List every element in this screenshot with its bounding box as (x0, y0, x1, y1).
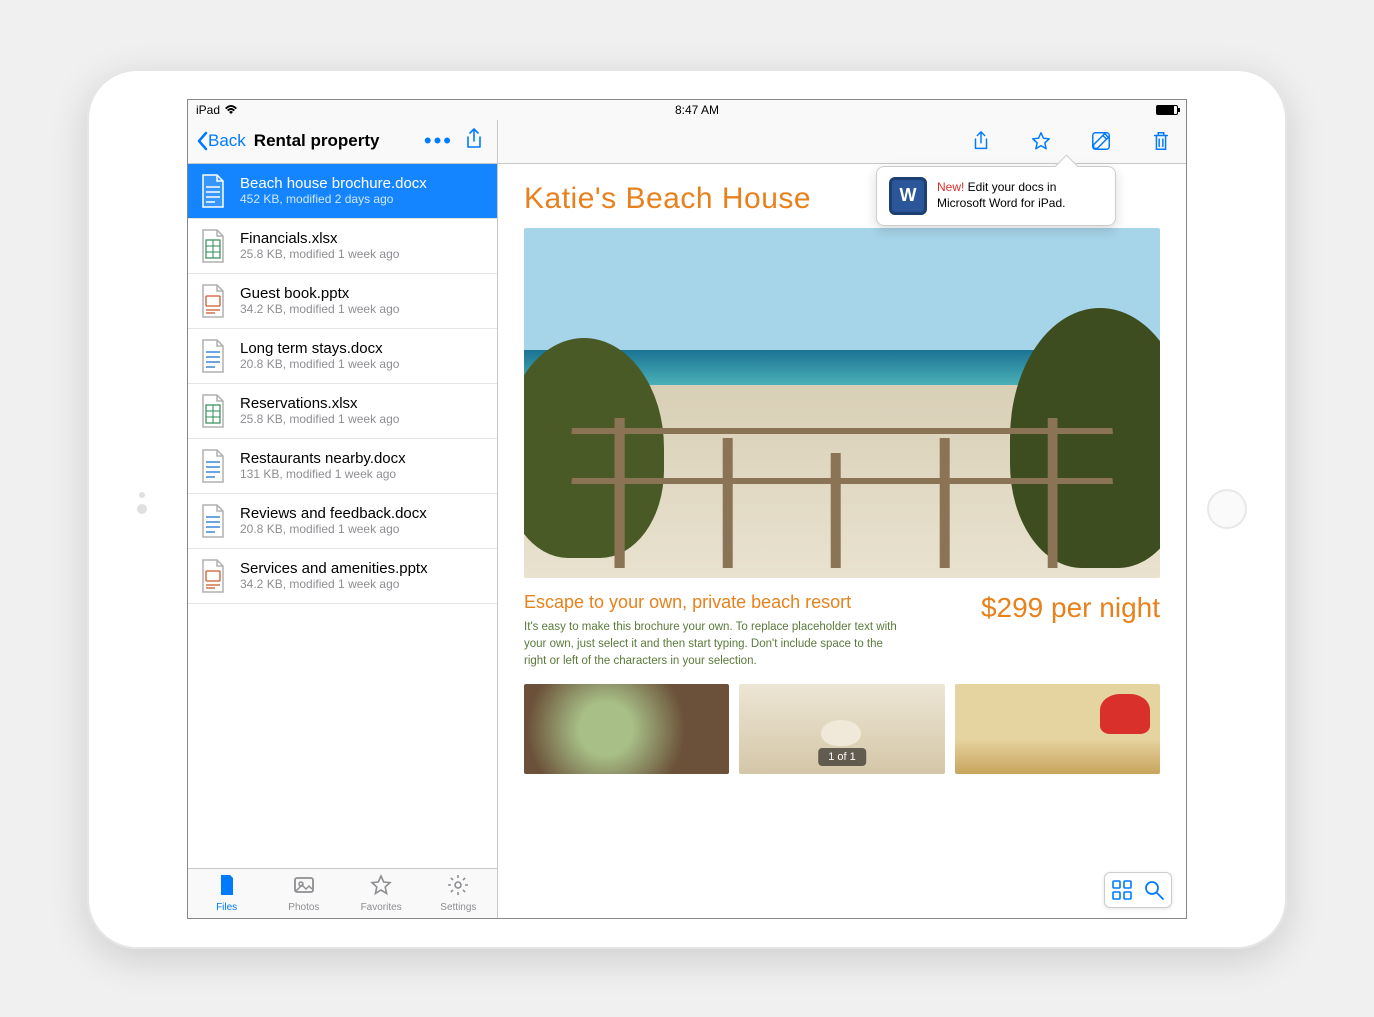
tab-label: Settings (440, 902, 476, 913)
file-row[interactable]: Guest book.pptx 34.2 KB, modified 1 week… (188, 274, 497, 329)
xlsx-file-icon (198, 392, 228, 430)
file-row[interactable]: Long term stays.docx 20.8 KB, modified 1… (188, 329, 497, 384)
file-name: Reviews and feedback.docx (240, 505, 487, 522)
document-preview[interactable]: Katie's Beach House (498, 164, 1186, 918)
file-list[interactable]: Beach house brochure.docx 452 KB, modifi… (188, 164, 497, 868)
hero-image (524, 228, 1160, 578)
battery-icon (1156, 105, 1178, 115)
settings-icon (446, 873, 470, 900)
screen: iPad 8:47 AM Back Rental property ••• (187, 99, 1187, 919)
file-row[interactable]: Restaurants nearby.docx 131 KB, modified… (188, 439, 497, 494)
tab-favorites[interactable]: Favorites (343, 869, 420, 918)
file-info: Restaurants nearby.docx 131 KB, modified… (240, 450, 487, 481)
file-meta: 20.8 KB, modified 1 week ago (240, 357, 487, 371)
xlsx-file-icon (198, 227, 228, 265)
file-name: Long term stays.docx (240, 340, 487, 357)
popover-text: New! Edit your docs in Microsoft Word fo… (937, 180, 1103, 211)
back-button[interactable]: Back (196, 131, 246, 151)
file-info: Guest book.pptx 34.2 KB, modified 1 week… (240, 285, 487, 316)
thumbnail-1 (524, 684, 729, 774)
photos-icon (292, 873, 316, 900)
file-row[interactable]: Services and amenities.pptx 34.2 KB, mod… (188, 549, 497, 604)
pptx-file-icon (198, 557, 228, 595)
file-meta: 131 KB, modified 1 week ago (240, 467, 487, 481)
popover-new-label: New! (937, 180, 964, 194)
files-icon (215, 873, 239, 900)
file-meta: 25.8 KB, modified 1 week ago (240, 247, 487, 261)
file-name: Services and amenities.pptx (240, 560, 487, 577)
wifi-icon (224, 105, 238, 115)
sidebar-header: Back Rental property ••• (188, 120, 497, 164)
sidebar: Back Rental property ••• Beach house bro… (188, 120, 498, 918)
file-name: Guest book.pptx (240, 285, 487, 302)
file-info: Reservations.xlsx 25.8 KB, modified 1 we… (240, 395, 487, 426)
status-bar: iPad 8:47 AM (188, 100, 1186, 120)
tab-files[interactable]: Files (188, 869, 265, 918)
file-name: Reservations.xlsx (240, 395, 487, 412)
more-button[interactable]: ••• (418, 136, 459, 146)
file-row[interactable]: Reservations.xlsx 25.8 KB, modified 1 we… (188, 384, 497, 439)
view-controls (1104, 872, 1172, 908)
back-label: Back (208, 131, 246, 151)
file-row[interactable]: Beach house brochure.docx 452 KB, modifi… (188, 164, 497, 219)
file-info: Long term stays.docx 20.8 KB, modified 1… (240, 340, 487, 371)
favorites-icon (369, 873, 393, 900)
docx-file-icon (198, 447, 228, 485)
tab-label: Photos (288, 902, 319, 913)
folder-title: Rental property (254, 131, 418, 151)
ipad-camera (137, 504, 147, 514)
pptx-file-icon (198, 282, 228, 320)
thumbnail-3 (955, 684, 1160, 774)
file-meta: 34.2 KB, modified 1 week ago (240, 302, 487, 316)
thumbnail-row: 1 of 1 (524, 684, 1160, 774)
file-meta: 452 KB, modified 2 days ago (240, 192, 487, 206)
document-body: It's easy to make this brochure your own… (524, 619, 904, 671)
word-app-icon: W (889, 177, 927, 215)
home-button[interactable] (1207, 489, 1247, 529)
device-label: iPad (196, 103, 220, 117)
file-row[interactable]: Financials.xlsx 25.8 KB, modified 1 week… (188, 219, 497, 274)
tab-label: Files (216, 902, 237, 913)
grid-view-button[interactable] (1111, 879, 1133, 901)
docx-file-icon (198, 337, 228, 375)
ipad-frame: iPad 8:47 AM Back Rental property ••• (87, 69, 1287, 949)
delete-button[interactable] (1148, 128, 1174, 154)
document-subtitle: Escape to your own, private beach resort (524, 592, 961, 613)
file-meta: 20.8 KB, modified 1 week ago (240, 522, 487, 536)
page-indicator: 1 of 1 (818, 748, 866, 766)
edit-popover[interactable]: W New! Edit your docs in Microsoft Word … (876, 166, 1116, 226)
preview-toolbar: W New! Edit your docs in Microsoft Word … (498, 120, 1186, 164)
clock: 8:47 AM (675, 103, 719, 117)
favorite-button[interactable] (1028, 128, 1054, 154)
file-name: Financials.xlsx (240, 230, 487, 247)
preview-pane: W New! Edit your docs in Microsoft Word … (498, 120, 1186, 918)
file-meta: 25.8 KB, modified 1 week ago (240, 412, 487, 426)
share-button[interactable] (968, 128, 994, 154)
document-price: $299 per night (981, 592, 1160, 624)
file-name: Restaurants nearby.docx (240, 450, 487, 467)
edit-button[interactable] (1088, 128, 1114, 154)
file-info: Beach house brochure.docx 452 KB, modifi… (240, 175, 487, 206)
docx-file-icon (198, 502, 228, 540)
file-row[interactable]: Reviews and feedback.docx 20.8 KB, modif… (188, 494, 497, 549)
tab-bar: Files Photos Favorites Settings (188, 868, 497, 918)
tab-settings[interactable]: Settings (420, 869, 497, 918)
file-meta: 34.2 KB, modified 1 week ago (240, 577, 487, 591)
sidebar-share-button[interactable] (459, 127, 489, 156)
docx-file-icon (198, 172, 228, 210)
thumbnail-2: 1 of 1 (739, 684, 944, 774)
search-button[interactable] (1143, 879, 1165, 901)
tab-photos[interactable]: Photos (265, 869, 342, 918)
file-info: Services and amenities.pptx 34.2 KB, mod… (240, 560, 487, 591)
file-info: Reviews and feedback.docx 20.8 KB, modif… (240, 505, 487, 536)
tab-label: Favorites (361, 902, 402, 913)
file-name: Beach house brochure.docx (240, 175, 487, 192)
file-info: Financials.xlsx 25.8 KB, modified 1 week… (240, 230, 487, 261)
